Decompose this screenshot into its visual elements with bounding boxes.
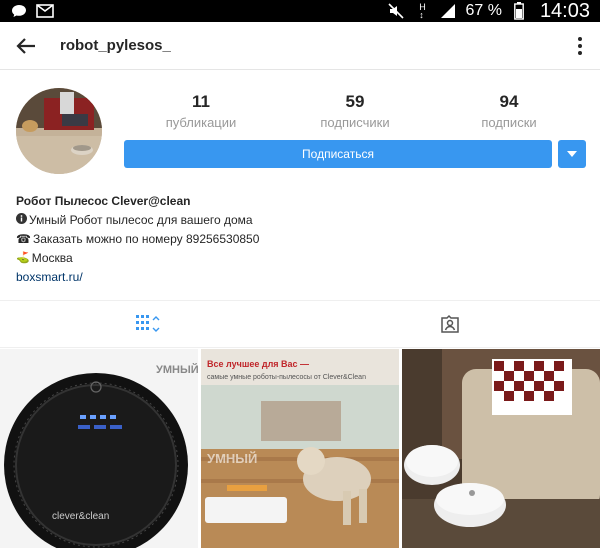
tagged-person-icon <box>441 314 459 333</box>
post-thumbnail[interactable] <box>402 349 600 548</box>
mail-icon <box>36 3 54 19</box>
profile-section: 11 публикации 59 подписчики 94 подписки … <box>0 70 600 300</box>
mute-icon <box>387 3 405 19</box>
caret-down-icon <box>567 151 577 157</box>
profile-tabs <box>0 300 600 348</box>
status-bar: H ↕ 67 % 14:03 <box>0 0 600 22</box>
grid-icon <box>136 315 160 332</box>
watermark-text: УМНЫЙ <box>207 451 257 466</box>
brand-text: clever&clean <box>52 511 109 522</box>
post-subline: самые умные роботы-пылесосы от Clever&Cl… <box>207 373 366 381</box>
stat-posts-count: 11 <box>192 92 210 111</box>
stat-following[interactable]: 94 подписки <box>444 92 574 130</box>
arrow-left-icon <box>16 37 35 54</box>
posts-grid: УМНЫЙ clever&clean Все лучшее для Вас — … <box>0 348 600 548</box>
stat-posts-label: публикации <box>165 115 237 130</box>
battery-icon <box>510 2 528 20</box>
post-headline: Все лучшее для Вас — <box>207 359 309 369</box>
stat-followers-label: подписчики <box>320 115 390 130</box>
bio-text-line: Заказать можно по номеру 89256530850 <box>32 232 260 246</box>
stat-followers[interactable]: 59 подписчики <box>290 92 420 130</box>
more-options-button[interactable] <box>572 32 588 60</box>
profile-bio: Робот Пылесос Clever@clean Умный Робот п… <box>16 192 586 287</box>
location-icon: ⛳ <box>16 252 30 264</box>
post-thumbnail[interactable]: Все лучшее для Вас — самые умные роботы-… <box>201 349 399 548</box>
vertical-dots-icon <box>578 36 582 55</box>
post-thumbnail[interactable]: УМНЫЙ clever&clean <box>0 349 198 548</box>
profile-stats: 11 публикации 59 подписчики 94 подписки <box>124 88 586 130</box>
back-button[interactable] <box>12 32 40 60</box>
watermark-text: УМНЫЙ <box>156 363 198 376</box>
bio-text-line: Умный Робот пылесос для вашего дома <box>29 213 253 227</box>
bio-website-link[interactable]: boxsmart.ru/ <box>16 268 586 287</box>
signal-icon <box>439 3 457 19</box>
tab-grid[interactable] <box>0 301 300 347</box>
avatar[interactable] <box>16 88 102 174</box>
bio-name: Робот Пылесос Clever@clean <box>16 194 191 208</box>
profile-username: robot_pylesos_ <box>60 37 171 54</box>
bio-line: Умный Робот пылесос для вашего дома <box>16 211 586 230</box>
stat-following-label: подписки <box>481 115 537 130</box>
follow-button[interactable]: Подписаться <box>124 140 552 168</box>
suggestions-dropdown-button[interactable] <box>558 140 586 168</box>
clock: 14:03 <box>539 0 590 22</box>
chat-icon <box>10 3 28 19</box>
bio-text-line: Москва <box>31 251 73 265</box>
stat-posts[interactable]: 11 публикации <box>136 92 266 130</box>
bio-line: ⛳ Москва <box>16 249 586 268</box>
battery-percent: 67 % <box>465 2 502 19</box>
stat-following-count: 94 <box>499 92 519 111</box>
tab-tagged[interactable] <box>300 301 600 347</box>
stat-followers-count: 59 <box>345 92 365 111</box>
info-icon <box>16 211 27 230</box>
network-icon: H ↕ <box>419 2 426 20</box>
app-header: robot_pylesos_ <box>0 22 600 70</box>
bio-line: ☎ Заказать можно по номеру 89256530850 <box>16 230 586 249</box>
phone-icon: ☎ <box>16 232 31 246</box>
